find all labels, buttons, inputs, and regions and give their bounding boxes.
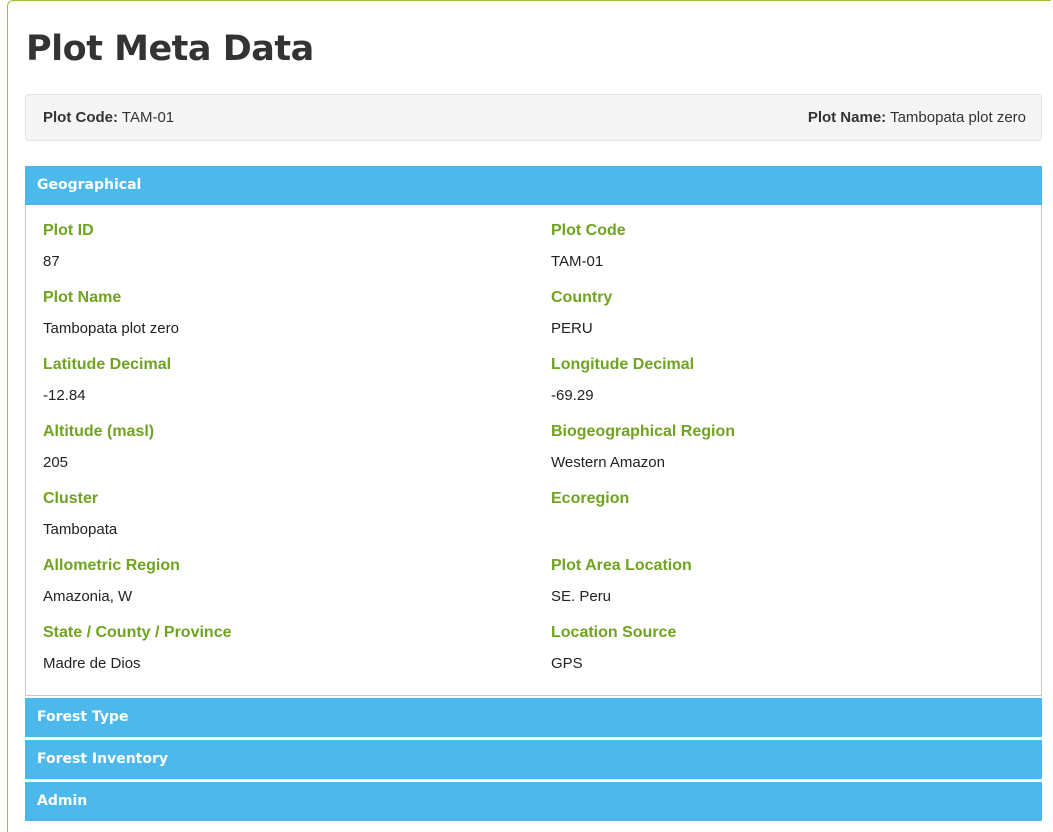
field-plot-id: Plot ID 87 [43, 222, 94, 270]
field-value: GPS [551, 655, 583, 672]
plot-summary-bar: Plot Code: TAM-01 Plot Name: Tambopata p… [25, 94, 1042, 141]
geographical-panel-heading[interactable]: Geographical [25, 166, 1042, 205]
plot-name-summary-label: Plot Name: [807, 109, 887, 126]
field-value: TAM-01 [551, 253, 604, 270]
field-biogeographical-region: Biogeographical Region Western Amazon [551, 423, 736, 471]
field-label: Cluster [43, 490, 99, 507]
field-altitude: Altitude (masl) 205 [43, 423, 155, 471]
field-value: Tambopata plot zero [43, 320, 179, 337]
field-value: -69.29 [551, 387, 594, 404]
page-title: Plot Meta Data [26, 29, 314, 69]
field-plot-code: Plot Code TAM-01 [551, 222, 626, 270]
field-value: -12.84 [43, 387, 86, 404]
field-label: Plot Name [43, 289, 122, 306]
plot-name-summary: Plot Name: Tambopata plot zero [808, 109, 1026, 126]
geographical-panel: Geographical Plot ID 87 Plot Code TAM-01… [25, 166, 1042, 696]
field-value: Western Amazon [551, 454, 665, 471]
field-value: PERU [551, 320, 593, 337]
forest-inventory-panel-heading[interactable]: Forest Inventory [25, 740, 1042, 779]
field-label: Latitude Decimal [43, 356, 172, 373]
plot-code-summary: Plot Code: TAM-01 [43, 109, 174, 126]
field-country: Country PERU [551, 289, 613, 337]
field-plot-name: Plot Name Tambopata plot zero [43, 289, 179, 337]
field-value: 205 [43, 454, 69, 471]
field-plot-area-location: Plot Area Location SE. Peru [551, 557, 692, 605]
field-label: Country [551, 289, 613, 306]
field-label: Longitude Decimal [551, 356, 695, 373]
field-label: State / County / Province [43, 624, 232, 641]
field-value: Amazonia, W [43, 588, 133, 605]
field-label: Location Source [551, 624, 677, 641]
field-label: Biogeographical Region [551, 423, 736, 440]
field-longitude-decimal: Longitude Decimal -69.29 [551, 356, 695, 404]
field-value: SE. Peru [551, 588, 612, 605]
field-label: Plot Code [551, 222, 626, 239]
field-value: Tambopata [43, 521, 118, 538]
field-location-source: Location Source GPS [551, 624, 677, 672]
admin-panel-heading[interactable]: Admin [25, 782, 1042, 821]
field-latitude-decimal: Latitude Decimal -12.84 [43, 356, 172, 404]
admin-panel: Admin [25, 782, 1042, 821]
field-value: 87 [43, 253, 60, 270]
plot-code-summary-value: TAM-01 [121, 109, 175, 126]
forest-type-panel-heading[interactable]: Forest Type [25, 698, 1042, 737]
field-label: Plot Area Location [551, 557, 692, 574]
field-cluster: Cluster Tambopata [43, 490, 118, 538]
field-label: Allometric Region [43, 557, 180, 574]
field-ecoregion: Ecoregion [551, 491, 629, 522]
plot-code-summary-label: Plot Code: [43, 109, 118, 126]
field-label: Altitude (masl) [43, 423, 155, 440]
field-label: Plot ID [43, 222, 94, 239]
forest-type-panel: Forest Type [25, 698, 1042, 737]
plot-name-summary-value: Tambopata plot zero [890, 109, 1026, 126]
field-allometric-region: Allometric Region Amazonia, W [43, 557, 180, 605]
field-state-county-province: State / County / Province Madre de Dios [43, 624, 232, 672]
field-value: Madre de Dios [43, 655, 141, 672]
forest-inventory-panel: Forest Inventory [25, 740, 1042, 779]
field-label: Ecoregion [551, 490, 630, 507]
